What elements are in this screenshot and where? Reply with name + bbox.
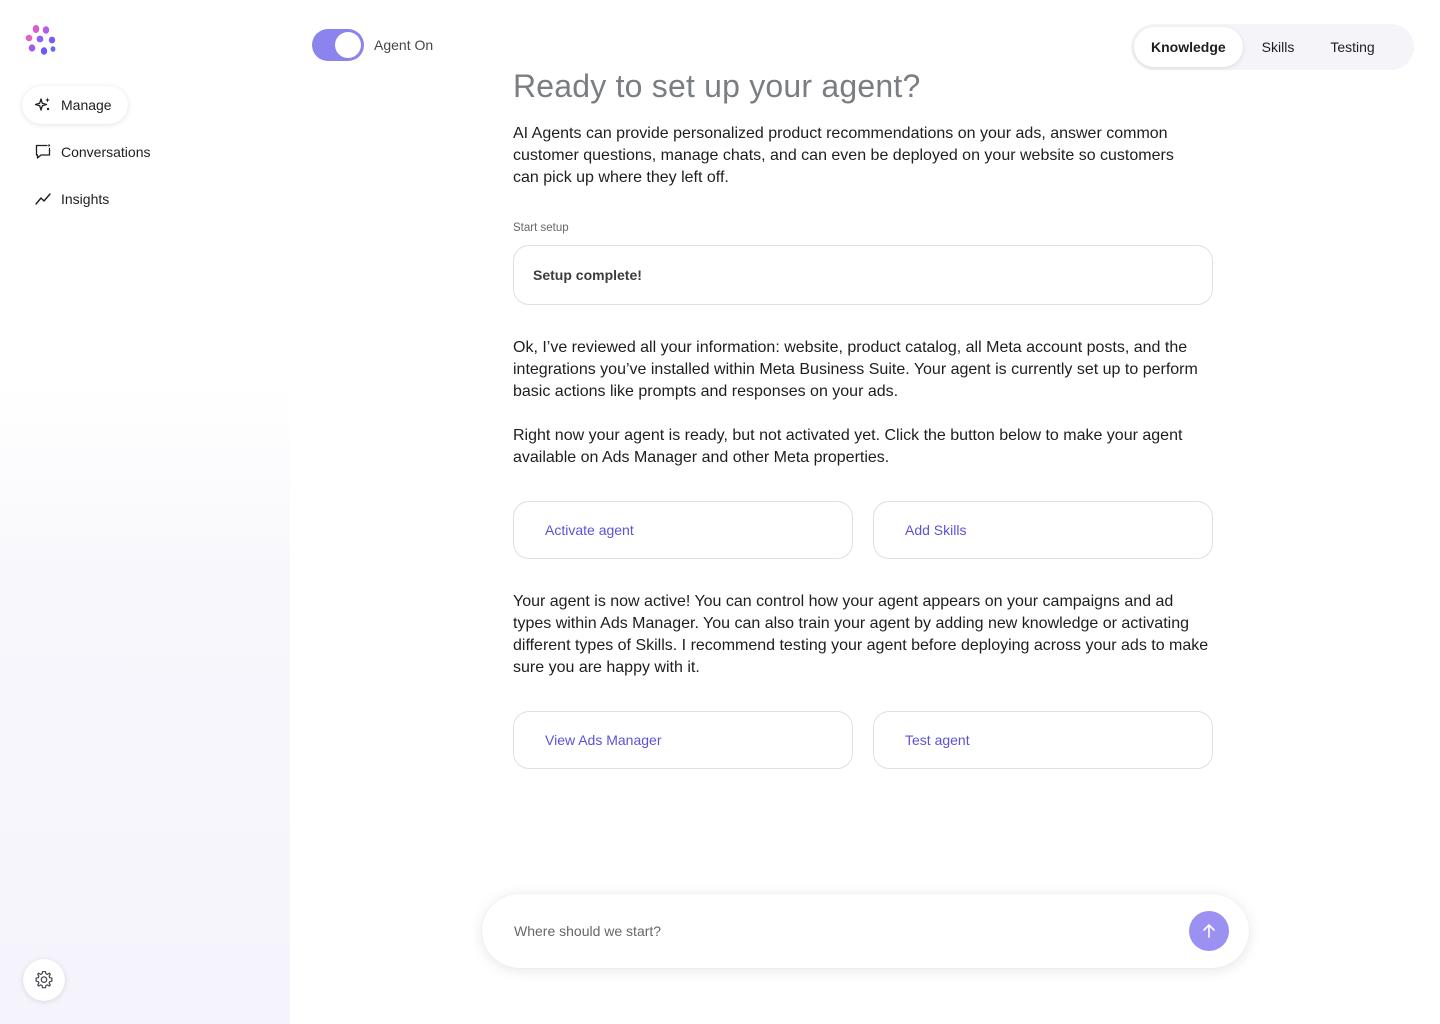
view-ads-manager-button[interactable]: View Ads Manager: [513, 711, 853, 769]
sidebar-nav: Manage Conversations Insights: [22, 86, 167, 227]
agent-toggle-group: Agent On: [312, 29, 433, 61]
agent-toggle[interactable]: [312, 29, 364, 61]
agent-toggle-label: Agent On: [374, 37, 434, 53]
tab-skills[interactable]: Skills: [1245, 27, 1312, 67]
setup-label: Start setup: [513, 222, 569, 234]
prompt-input[interactable]: [514, 916, 1164, 946]
main-content: Ready to set up your agent? AI Agents ca…: [513, 66, 1213, 189]
intro-text: AI Agents can provide personalized produ…: [513, 125, 1174, 186]
test-agent-button[interactable]: Test agent: [873, 711, 1213, 769]
sidebar-item-conversations[interactable]: Conversations: [22, 133, 167, 171]
sidebar-item-manage[interactable]: Manage: [22, 86, 128, 124]
sidebar-background: [0, 380, 290, 1024]
activate-agent-button[interactable]: Activate agent: [513, 501, 853, 559]
gear-icon: [35, 970, 53, 989]
chat-bubble-icon: [35, 144, 51, 159]
tab-knowledge[interactable]: Knowledge: [1134, 27, 1243, 67]
trend-line-icon: [35, 193, 51, 205]
tab-testing[interactable]: Testing: [1313, 27, 1391, 67]
sidebar-item-label: Conversations: [61, 144, 151, 160]
sparkle-icon: [34, 97, 50, 111]
sidebar-item-insights[interactable]: Insights: [22, 180, 125, 218]
review-text: Ok, I’ve reviewed all your information: …: [513, 339, 1198, 400]
sidebar-item-label: Insights: [61, 191, 110, 207]
settings-button[interactable]: [23, 959, 65, 1001]
setup-status-text: Setup complete!: [533, 267, 642, 283]
agent-setup-page: Manage Conversations Insights Agent On K…: [0, 0, 1440, 1024]
button-label: Add Skills: [905, 522, 967, 538]
setup-status-box[interactable]: Setup complete!: [513, 245, 1213, 305]
toggle-knob: [335, 32, 361, 58]
active-text: Your agent is now active! You can contro…: [513, 593, 1209, 676]
prompt-bar: [482, 894, 1249, 968]
ready-text: Right now your agent is ready, but not a…: [513, 427, 1183, 466]
button-label: Activate agent: [545, 522, 634, 538]
add-skills-button[interactable]: Add Skills: [873, 501, 1213, 559]
send-button[interactable]: [1189, 911, 1229, 951]
page-title: Ready to set up your agent?: [513, 68, 921, 104]
flower-logo-icon[interactable]: [24, 24, 56, 56]
top-tabs: Knowledge Skills Testing: [1131, 24, 1414, 70]
button-label: Test agent: [905, 732, 970, 748]
sidebar-item-label: Manage: [61, 97, 112, 113]
arrow-up-icon: [1203, 924, 1215, 938]
button-label: View Ads Manager: [545, 732, 662, 748]
